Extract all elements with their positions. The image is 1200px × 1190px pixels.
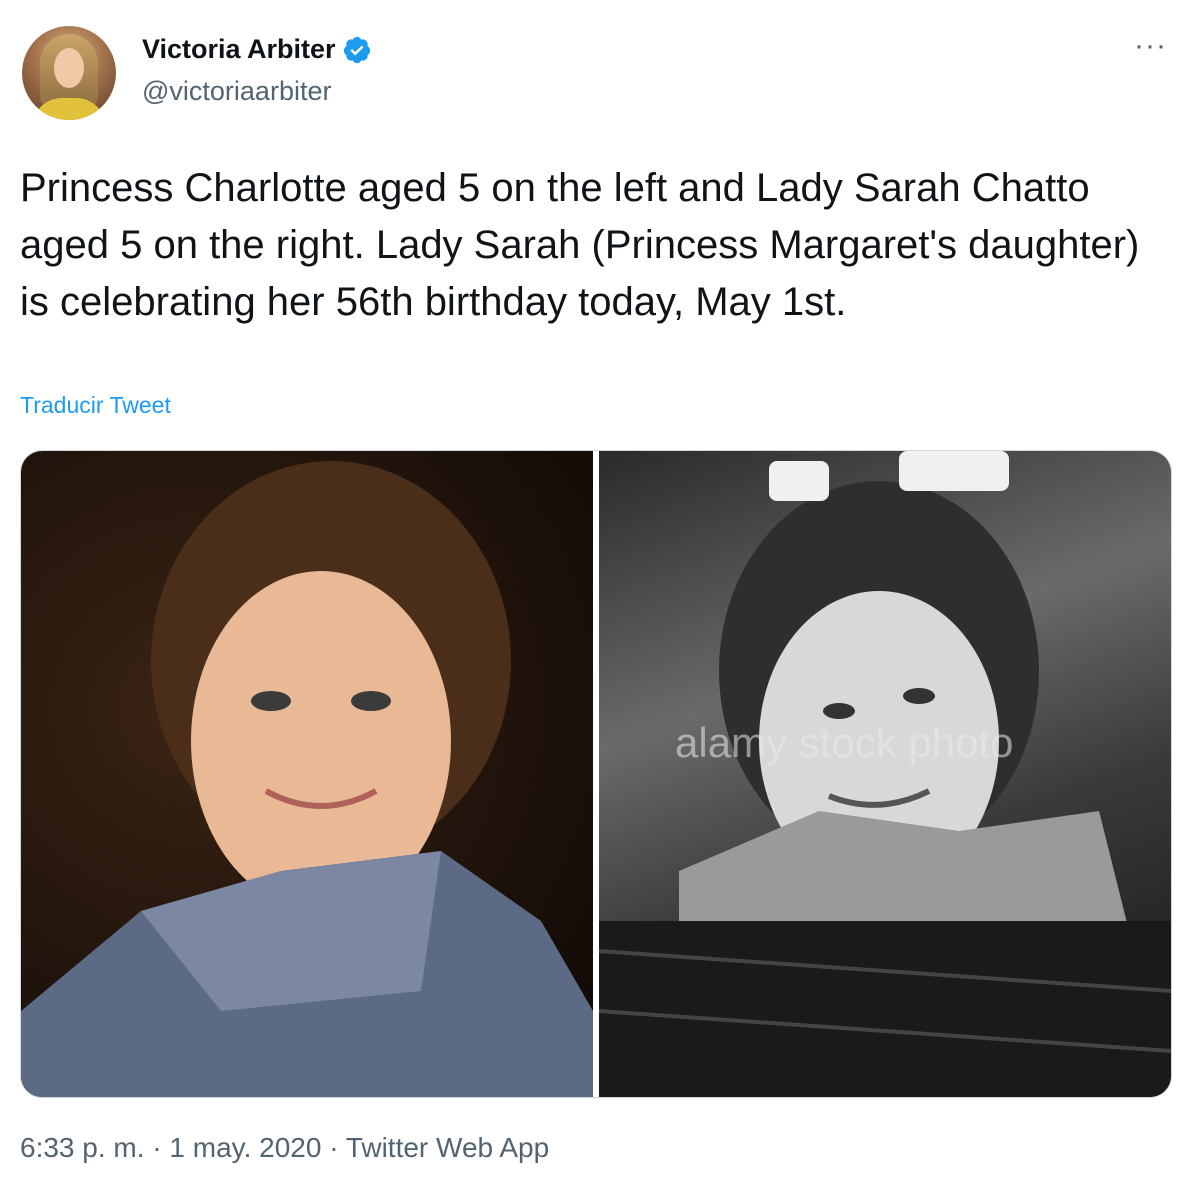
more-horizontal-icon[interactable]: ···: [1134, 31, 1167, 61]
translate-tweet-link[interactable]: Traducir Tweet: [20, 392, 171, 419]
avatar-face: [54, 48, 84, 88]
author-name-row: Victoria Arbiter: [142, 34, 372, 65]
photo-right-illustration: [599, 451, 1171, 1097]
verified-badge-icon: [343, 36, 370, 63]
author-name[interactable]: Victoria Arbiter: [142, 34, 336, 65]
watermark-text: alamy stock photo: [675, 719, 1014, 766]
photo-lady-sarah-chatto[interactable]: alamy stock photo: [599, 451, 1171, 1097]
photo-left-illustration: [21, 461, 593, 1097]
author-avatar[interactable]: [22, 26, 116, 120]
tweet-timestamp[interactable]: 6:33 p. m. · 1 may. 2020 · Twitter Web A…: [20, 1132, 549, 1164]
author-handle[interactable]: @victoriaarbiter: [142, 76, 331, 107]
photo-princess-charlotte[interactable]: [21, 451, 593, 1097]
tweet-media[interactable]: alamy stock photo: [20, 450, 1172, 1098]
tweet-text: Princess Charlotte aged 5 on the left an…: [20, 166, 1140, 324]
